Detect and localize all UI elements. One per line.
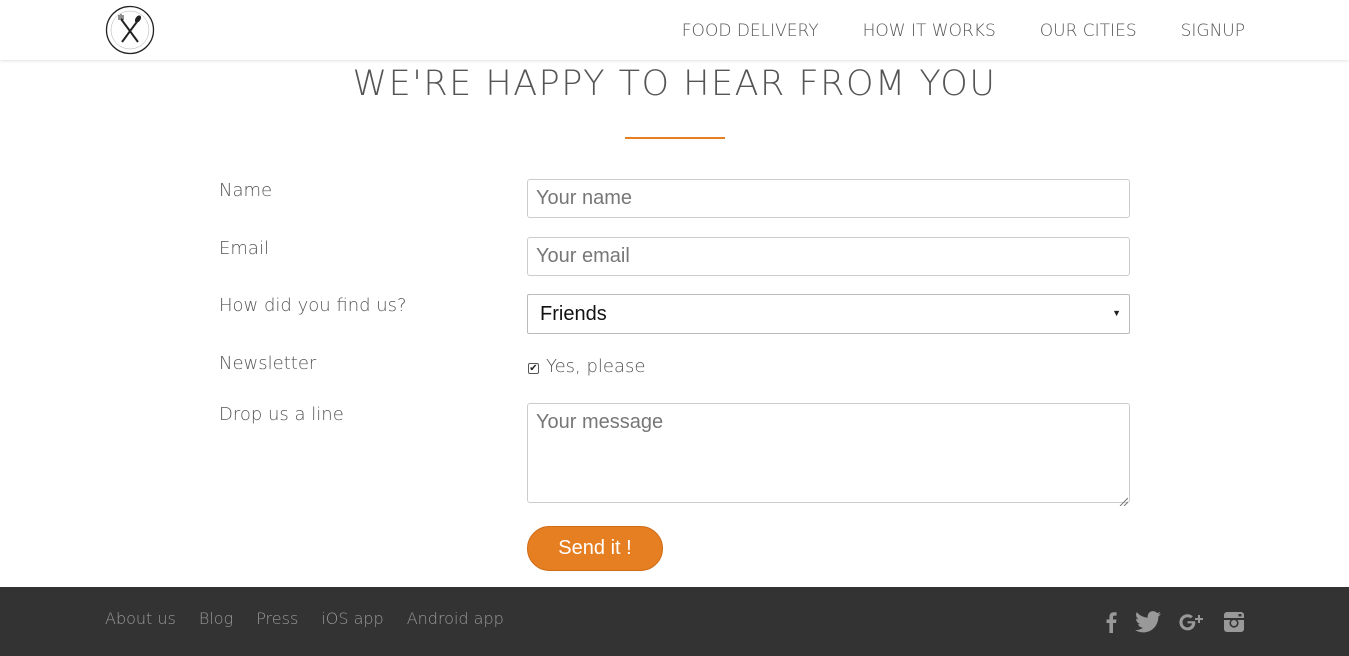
find-us-label: How did you find us? (219, 295, 407, 316)
nav-our-cities[interactable]: OUR CITIES (1040, 21, 1137, 41)
header: FOOD DELIVERY HOW IT WORKS OUR CITIES SI… (0, 0, 1349, 60)
nav-food-delivery[interactable]: FOOD DELIVERY (682, 21, 819, 41)
footer-link-android-app[interactable]: Android app (407, 609, 504, 628)
nav-how-it-works[interactable]: HOW IT WORKS (863, 21, 996, 41)
newsletter-label: Newsletter (219, 353, 317, 374)
footer-link-blog[interactable]: Blog (199, 609, 233, 628)
name-input[interactable] (527, 179, 1130, 218)
message-textarea[interactable] (527, 403, 1130, 503)
footer-link-about[interactable]: About us (105, 609, 176, 628)
find-us-select[interactable]: Friends ▼ (527, 294, 1130, 334)
name-label: Name (219, 180, 273, 201)
footer: About us Blog Press iOS app Android app (0, 587, 1349, 656)
twitter-icon[interactable] (1135, 611, 1161, 633)
title-divider (625, 137, 725, 139)
page-title: WE'RE HAPPY TO HEAR FROM YOU (352, 64, 997, 104)
footer-link-ios-app[interactable]: iOS app (321, 609, 383, 628)
newsletter-checkbox[interactable]: ✔ (528, 363, 539, 374)
facebook-icon[interactable] (1105, 611, 1117, 633)
main-nav: FOOD DELIVERY HOW IT WORKS OUR CITIES SI… (682, 21, 1245, 41)
resize-handle-icon[interactable] (1119, 491, 1129, 507)
newsletter-option-label[interactable]: Yes, please (546, 356, 645, 377)
social-links (1105, 611, 1245, 633)
find-us-selected-value: Friends (540, 302, 607, 325)
dropdown-arrow-icon: ▼ (1112, 308, 1121, 318)
google-plus-icon[interactable] (1179, 611, 1205, 633)
instagram-icon[interactable] (1223, 611, 1245, 633)
email-label: Email (219, 238, 269, 259)
fork-spoon-logo-icon[interactable] (105, 5, 155, 55)
send-button[interactable]: Send it ! (527, 526, 663, 571)
nav-signup[interactable]: SIGNUP (1181, 21, 1245, 41)
message-label: Drop us a line (219, 404, 344, 425)
footer-link-press[interactable]: Press (256, 609, 298, 628)
footer-links: About us Blog Press iOS app Android app (105, 609, 504, 628)
email-input[interactable] (527, 237, 1130, 276)
